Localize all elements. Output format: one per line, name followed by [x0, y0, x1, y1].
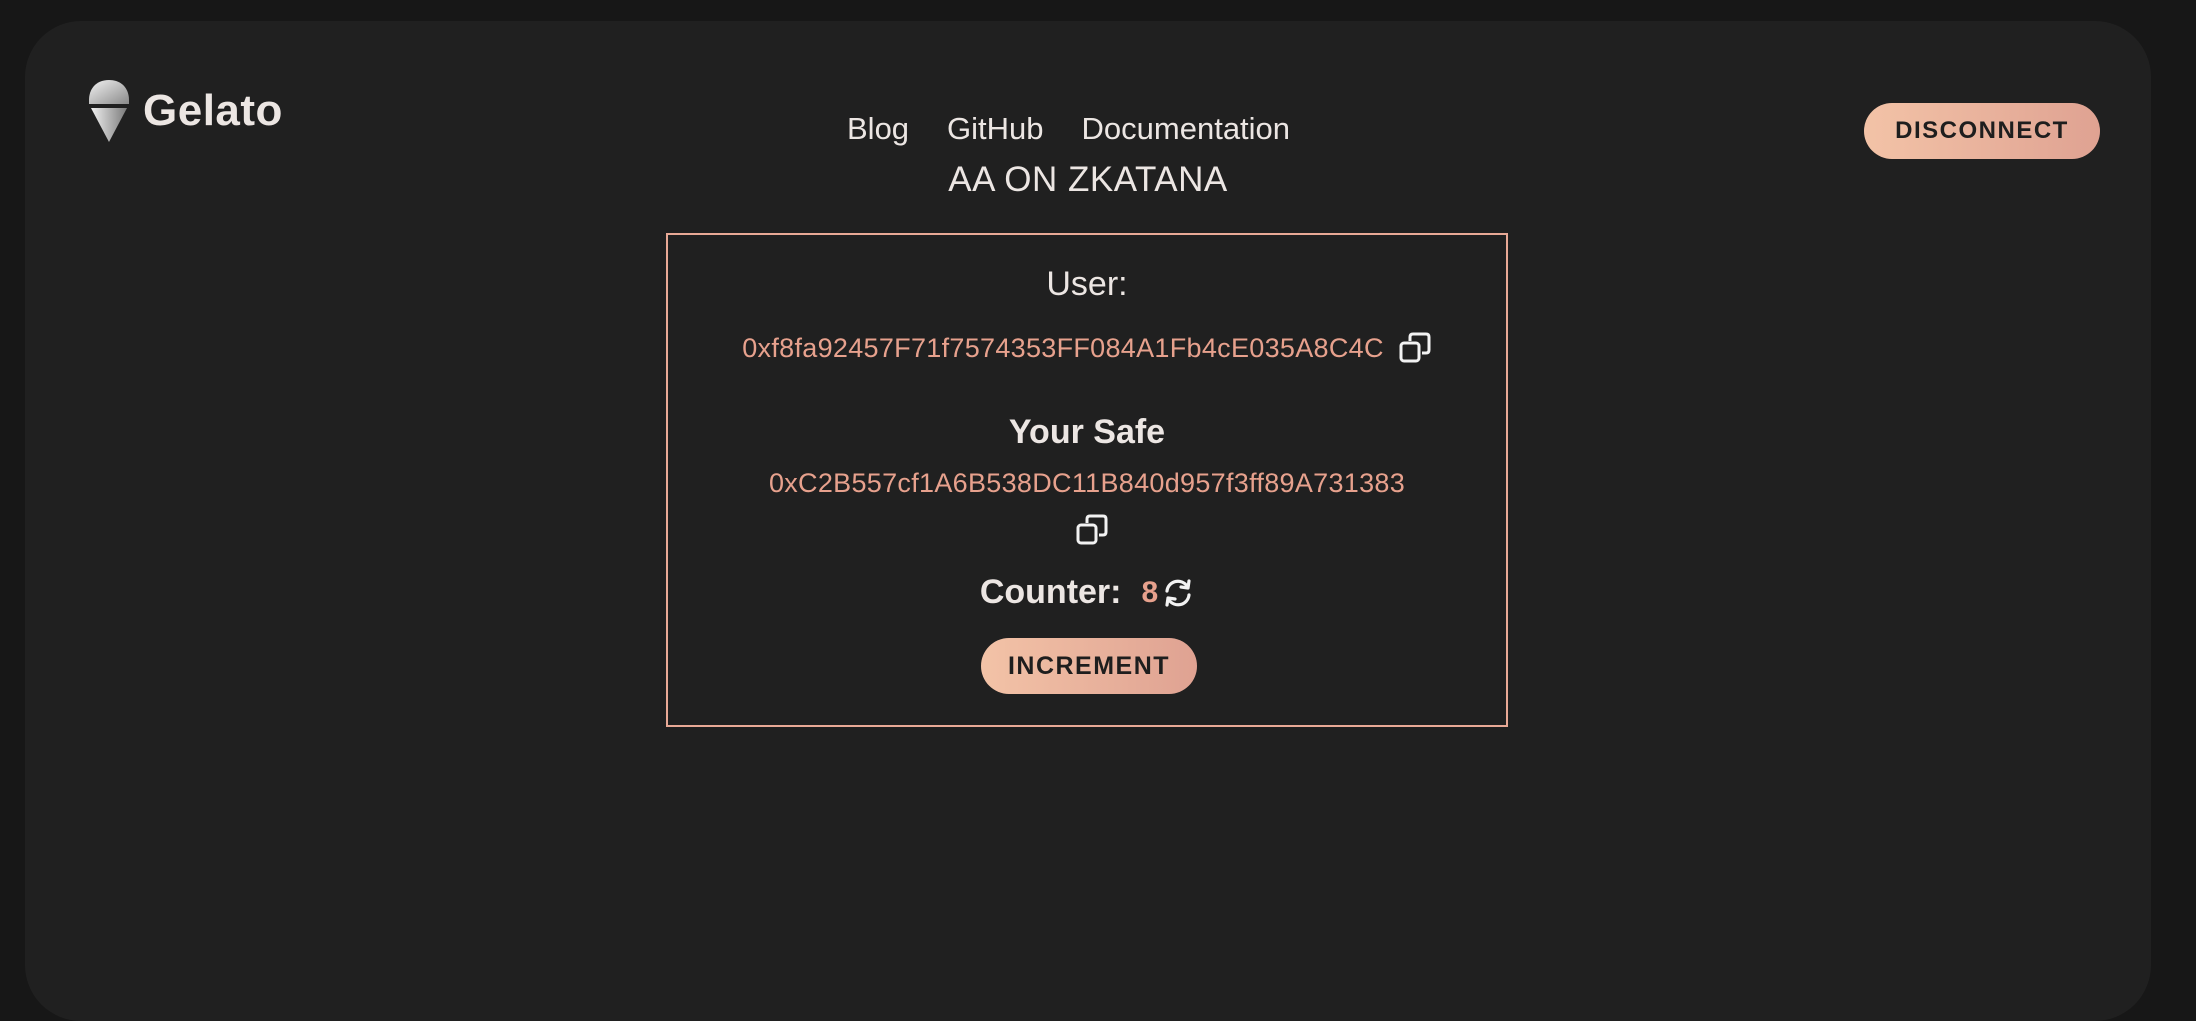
increment-button[interactable]: INCREMENT — [981, 638, 1197, 694]
user-address-row: 0xf8fa92457F71f7574353FF084A1Fb4cE035A8C… — [668, 331, 1506, 365]
user-address: 0xf8fa92457F71f7574353FF084A1Fb4cE035A8C… — [742, 332, 1384, 363]
nav-link-github[interactable]: GitHub — [947, 111, 1043, 147]
counter-row: Counter: 8 — [668, 573, 1506, 612]
page-title: AA ON ZKATANA — [948, 160, 1228, 199]
copy-icon[interactable] — [1398, 331, 1432, 365]
nav-link-documentation[interactable]: Documentation — [1082, 111, 1291, 147]
user-label: User: — [1046, 265, 1128, 303]
account-card: User: 0xf8fa92457F71f7574353FF084A1Fb4cE… — [666, 233, 1508, 727]
gelato-logo-icon — [89, 80, 129, 142]
main-nav: Blog GitHub Documentation — [847, 111, 1290, 147]
safe-label: Your Safe — [1008, 413, 1166, 451]
gelato-logo[interactable]: Gelato — [87, 78, 283, 144]
safe-address: 0xC2B557cf1A6B538DC11B840d957f3ff89A7313… — [768, 468, 1406, 498]
copy-icon[interactable] — [1075, 513, 1109, 547]
counter-label: Counter: — [979, 573, 1122, 611]
counter-value: 8 — [1141, 575, 1159, 609]
refresh-icon[interactable] — [1162, 577, 1194, 609]
logo-text: Gelato — [143, 86, 283, 135]
nav-link-blog[interactable]: Blog — [847, 111, 909, 147]
disconnect-button[interactable]: DISCONNECT — [1864, 103, 2100, 159]
safe-copy-row — [668, 513, 1506, 547]
